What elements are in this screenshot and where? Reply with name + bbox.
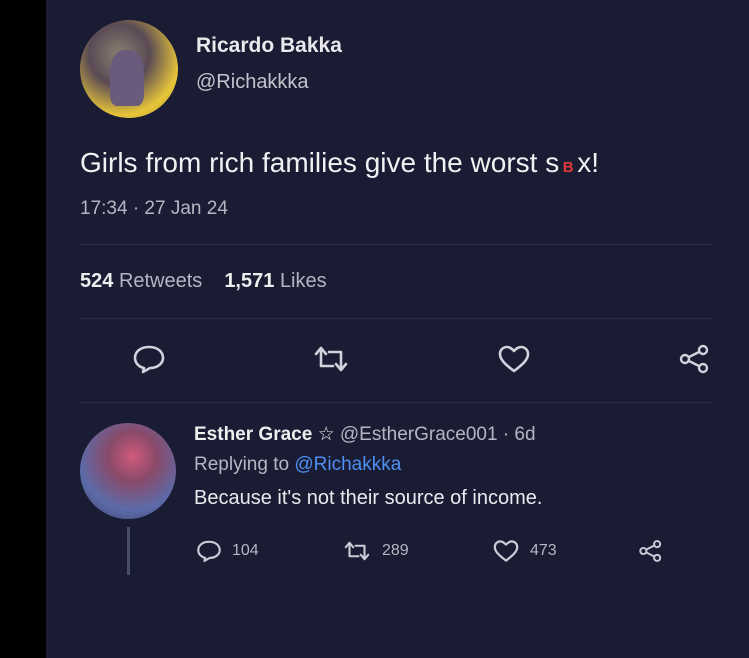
avatar-figure — [110, 50, 144, 106]
divider — [80, 318, 712, 319]
retweets-stat[interactable]: 524 Retweets — [80, 270, 202, 292]
likes-count: 1,571 — [224, 270, 275, 292]
like-button[interactable] — [497, 344, 531, 374]
share-button[interactable] — [678, 344, 712, 374]
reply-text: Because it's not their source of income. — [194, 487, 543, 509]
replying-to-mention[interactable]: @Richakkka — [294, 454, 401, 475]
left-black-bar — [0, 0, 46, 658]
likes-stat[interactable]: 1,571 Likes — [224, 270, 326, 292]
reply-icon — [133, 345, 165, 374]
tweet-timestamp[interactable]: 17:34 · 27 Jan 24 — [80, 198, 228, 220]
retweet-icon — [314, 346, 348, 372]
retweet-icon — [344, 541, 370, 561]
author-handle[interactable]: @Richakkka — [196, 71, 309, 94]
reply-reply-count: 104 — [232, 542, 259, 559]
reply-share-button[interactable] — [638, 538, 674, 564]
tweet-text: Girls from rich families give the worst … — [80, 147, 599, 179]
censor-mark: B — [560, 159, 577, 177]
retweets-label: Retweets — [118, 270, 203, 292]
share-icon — [679, 344, 709, 374]
like-icon — [498, 345, 530, 373]
retweet-button[interactable] — [311, 344, 348, 374]
reply-icon — [197, 540, 221, 563]
reply-like-count: 473 — [530, 542, 557, 559]
thread-line — [127, 527, 130, 575]
share-icon — [639, 540, 662, 562]
reply-author-avatar[interactable] — [80, 423, 176, 519]
author-display-name[interactable]: Ricardo Bakka — [196, 34, 342, 58]
tweet-stats: 524 Retweets 1,571 Likes — [80, 270, 327, 293]
reply-reply-button[interactable]: 104 — [196, 538, 259, 564]
reply-header: Esther Grace ☆ @EstherGrace001 · 6d — [194, 423, 536, 446]
reply-button[interactable] — [132, 344, 166, 374]
reply-retweet-button[interactable]: 289 — [342, 538, 409, 564]
replying-to-label: Replying to — [194, 454, 290, 475]
replying-to: Replying to @Richakkka — [194, 454, 401, 476]
author-avatar[interactable] — [80, 20, 178, 118]
reply-retweet-count: 289 — [382, 542, 409, 559]
divider — [80, 402, 712, 403]
tweet-text-start: Girls from rich families give the worst … — [80, 147, 560, 178]
reply-author-handle-meta[interactable]: @EstherGrace001 · 6d — [340, 424, 536, 445]
retweets-count: 524 — [80, 270, 114, 292]
likes-label: Likes — [279, 270, 327, 292]
divider — [80, 244, 712, 245]
reply-author-name[interactable]: Esther Grace ☆ — [194, 424, 335, 445]
tweet-text-end: x! — [577, 147, 599, 178]
like-icon — [493, 540, 519, 562]
reply-like-button[interactable]: 473 — [492, 538, 557, 564]
